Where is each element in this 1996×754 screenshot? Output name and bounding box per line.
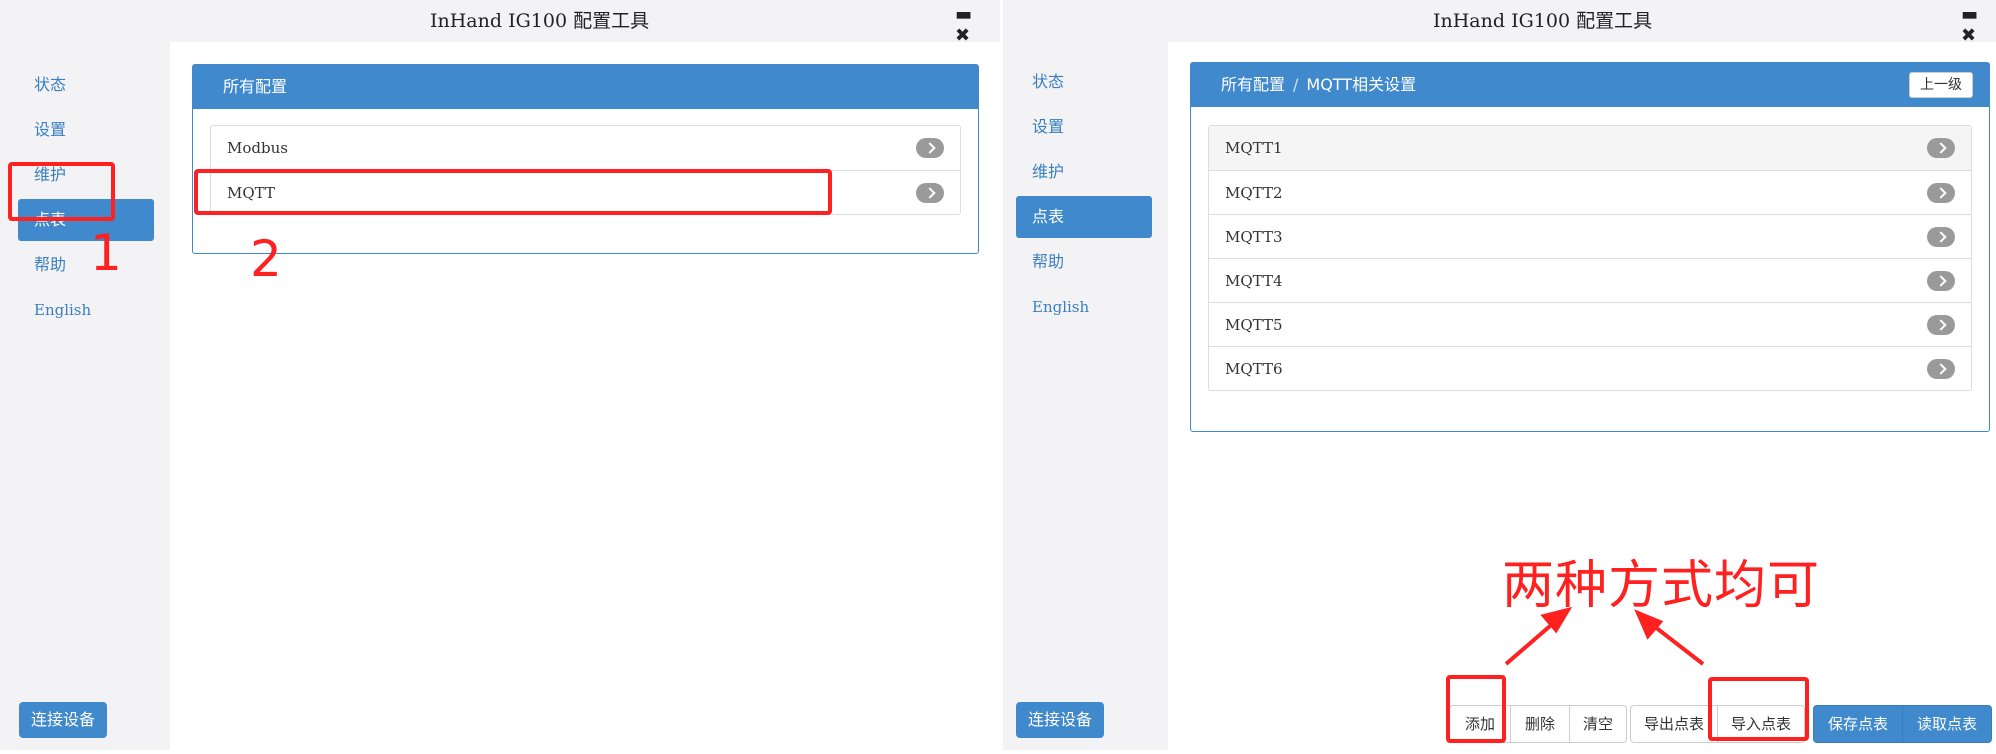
- annotation-arrowhead-right: [1634, 609, 1664, 640]
- annotation-arrow-right: [1648, 621, 1705, 666]
- annotation-arrows: [1504, 606, 1705, 666]
- annotation-arrow-left: [1504, 618, 1559, 666]
